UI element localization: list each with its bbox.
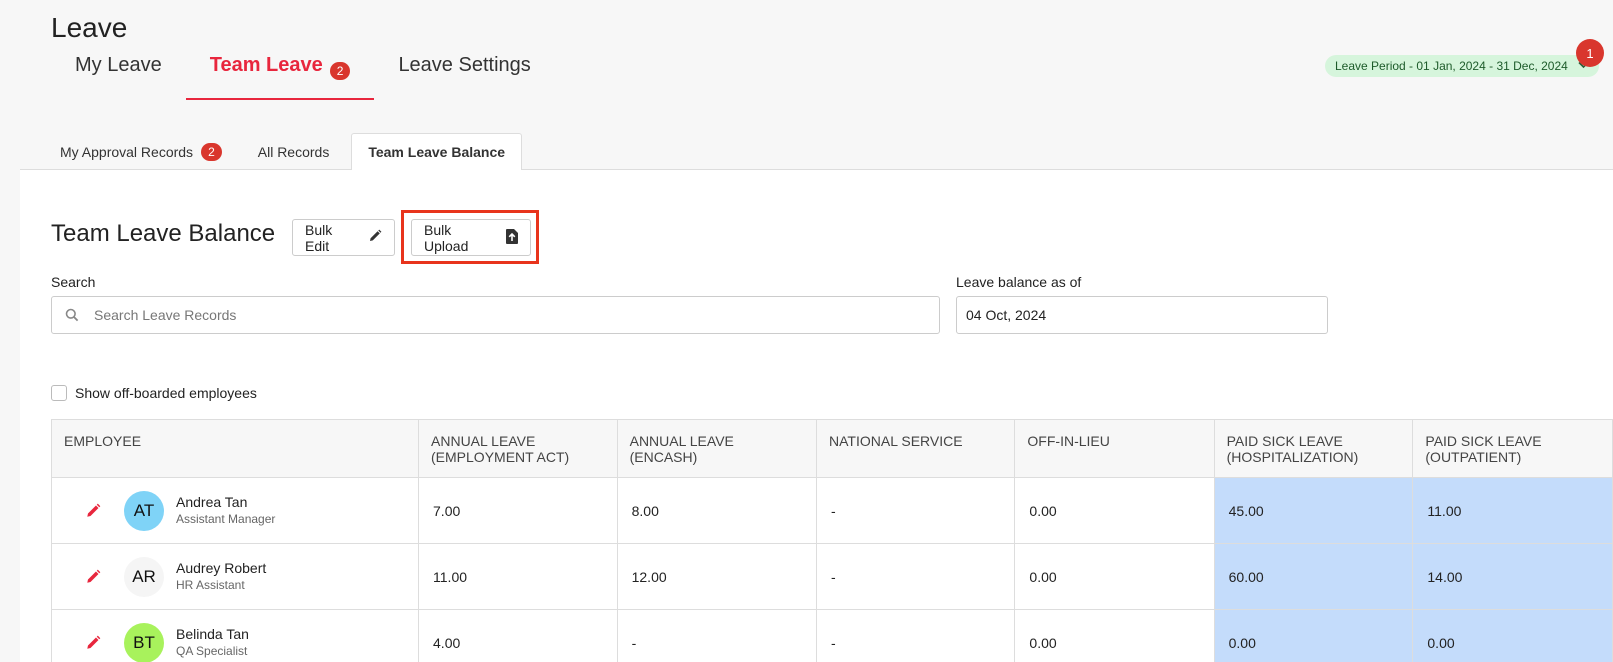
balance-cell: 8.00 bbox=[616, 477, 818, 544]
balance-cell: 11.00 bbox=[418, 543, 618, 610]
balance-cell: 12.00 bbox=[616, 543, 818, 610]
employee-name[interactable]: Audrey Robert bbox=[176, 560, 266, 577]
balance-cell: - bbox=[816, 477, 1016, 544]
employee-cell: AT Andrea Tan Assistant Manager bbox=[50, 477, 420, 544]
employee-name[interactable]: Andrea Tan bbox=[176, 494, 275, 511]
balance-cell: 11.00 bbox=[1412, 477, 1613, 544]
balance-cell: 0.00 bbox=[1014, 543, 1215, 610]
table-row: BT Belinda Tan QA Specialist 4.00 - - 0.… bbox=[50, 609, 1613, 662]
search-input[interactable] bbox=[92, 307, 939, 323]
edit-pencil-icon[interactable] bbox=[78, 569, 108, 585]
column-header[interactable]: ANNUAL LEAVE (EMPLOYMENT ACT) bbox=[418, 419, 618, 478]
balance-cell: - bbox=[616, 609, 818, 662]
balance-cell: 14.00 bbox=[1412, 543, 1613, 610]
balance-cell: - bbox=[816, 609, 1016, 662]
balance-cell: - bbox=[816, 543, 1016, 610]
main-tabs: My Leave Team Leave 2 Leave Settings bbox=[51, 50, 555, 102]
balance-cell: 0.00 bbox=[1213, 609, 1414, 662]
employee-role: HR Assistant bbox=[176, 578, 245, 592]
avatar: BT bbox=[124, 622, 164, 662]
tab-label: Team Leave bbox=[209, 54, 323, 76]
subtab-label: All Records bbox=[257, 143, 330, 160]
file-upload-icon bbox=[506, 228, 518, 247]
offboarded-label: Show off-boarded employees bbox=[75, 385, 257, 401]
bulk-edit-label: Bulk Edit bbox=[305, 221, 333, 254]
employee-role: Assistant Manager bbox=[176, 512, 276, 526]
employee-name[interactable]: Belinda Tan bbox=[176, 626, 249, 643]
tab-leave-settings[interactable]: Leave Settings bbox=[374, 50, 554, 100]
balance-date-input[interactable]: 04 Oct, 2024 bbox=[956, 296, 1328, 334]
table-header-row: EMPLOYEE ANNUAL LEAVE (EMPLOYMENT ACT) AN… bbox=[50, 419, 1613, 478]
notification-badge: 1 bbox=[1576, 39, 1604, 67]
tab-my-leave[interactable]: My Leave bbox=[51, 50, 186, 100]
edit-pencil-icon[interactable] bbox=[78, 503, 108, 519]
employee-cell: BT Belinda Tan QA Specialist bbox=[50, 609, 420, 662]
team-leave-count-badge: 2 bbox=[329, 62, 351, 80]
tab-team-leave[interactable]: Team Leave 2 bbox=[185, 50, 375, 100]
leave-period-dropdown[interactable]: Leave Period - 01 Jan, 2024 - 31 Dec, 20… bbox=[1325, 55, 1599, 77]
subtab-label: Team Leave Balance bbox=[368, 144, 506, 160]
balance-cell: 7.00 bbox=[418, 477, 618, 544]
leave-period-label: Leave Period - 01 Jan, 2024 - 31 Dec, 20… bbox=[1335, 59, 1568, 73]
balance-cell: 0.00 bbox=[1412, 609, 1613, 662]
column-header[interactable]: PAID SICK LEAVE (OUTPATIENT) bbox=[1412, 419, 1613, 478]
search-label: Search bbox=[51, 274, 96, 290]
avatar: AT bbox=[124, 490, 164, 531]
column-header[interactable]: OFF-IN-LIEU bbox=[1014, 419, 1215, 478]
subtab-label: My Approval Records bbox=[60, 143, 194, 160]
table-row: AR Audrey Robert HR Assistant 11.00 12.0… bbox=[50, 543, 1613, 610]
column-header[interactable]: ANNUAL LEAVE (ENCASH) bbox=[616, 419, 818, 478]
subtab-my-approval-records[interactable]: My Approval Records 2 bbox=[20, 133, 240, 170]
balance-cell: 45.00 bbox=[1213, 477, 1414, 544]
edit-pencil-icon[interactable] bbox=[78, 635, 108, 651]
pencil-icon bbox=[368, 229, 382, 246]
leave-balance-table: EMPLOYEE ANNUAL LEAVE (EMPLOYMENT ACT) AN… bbox=[50, 419, 1613, 662]
bulk-upload-label: Bulk Upload bbox=[424, 221, 469, 254]
table-row: AT Andrea Tan Assistant Manager 7.00 8.0… bbox=[50, 477, 1613, 544]
search-icon bbox=[52, 308, 92, 322]
approval-count-badge: 2 bbox=[201, 142, 222, 161]
search-field[interactable] bbox=[51, 296, 940, 334]
tab-label: Leave Settings bbox=[398, 54, 531, 76]
balance-cell: 0.00 bbox=[1014, 609, 1215, 662]
sub-tabs: My Approval Records 2 All Records Team L… bbox=[20, 133, 1613, 171]
column-header[interactable]: PAID SICK LEAVE (HOSPITALIZATION) bbox=[1213, 419, 1414, 478]
bulk-upload-button[interactable]: Bulk Upload bbox=[411, 219, 531, 256]
column-header[interactable]: NATIONAL SERVICE bbox=[816, 419, 1016, 478]
balance-date-label: Leave balance as of bbox=[956, 274, 1082, 290]
employee-cell: AR Audrey Robert HR Assistant bbox=[50, 543, 420, 610]
offboarded-checkbox[interactable] bbox=[51, 385, 67, 401]
section-title: Team Leave Balance bbox=[51, 220, 276, 247]
balance-cell: 60.00 bbox=[1213, 543, 1414, 610]
balance-cell: 0.00 bbox=[1014, 477, 1215, 544]
subtab-all-records[interactable]: All Records bbox=[240, 133, 352, 170]
column-header[interactable]: EMPLOYEE bbox=[50, 419, 420, 478]
bulk-edit-button[interactable]: Bulk Edit bbox=[292, 219, 395, 256]
subtab-team-leave-balance[interactable]: Team Leave Balance bbox=[351, 133, 523, 171]
show-offboarded-toggle[interactable]: Show off-boarded employees bbox=[51, 385, 257, 401]
page-title: Leave bbox=[51, 12, 128, 43]
balance-cell: 4.00 bbox=[418, 609, 618, 662]
tab-label: My Leave bbox=[75, 54, 162, 76]
employee-role: QA Specialist bbox=[176, 644, 248, 658]
avatar: AR bbox=[124, 556, 164, 597]
balance-date-value: 04 Oct, 2024 bbox=[966, 307, 1047, 323]
